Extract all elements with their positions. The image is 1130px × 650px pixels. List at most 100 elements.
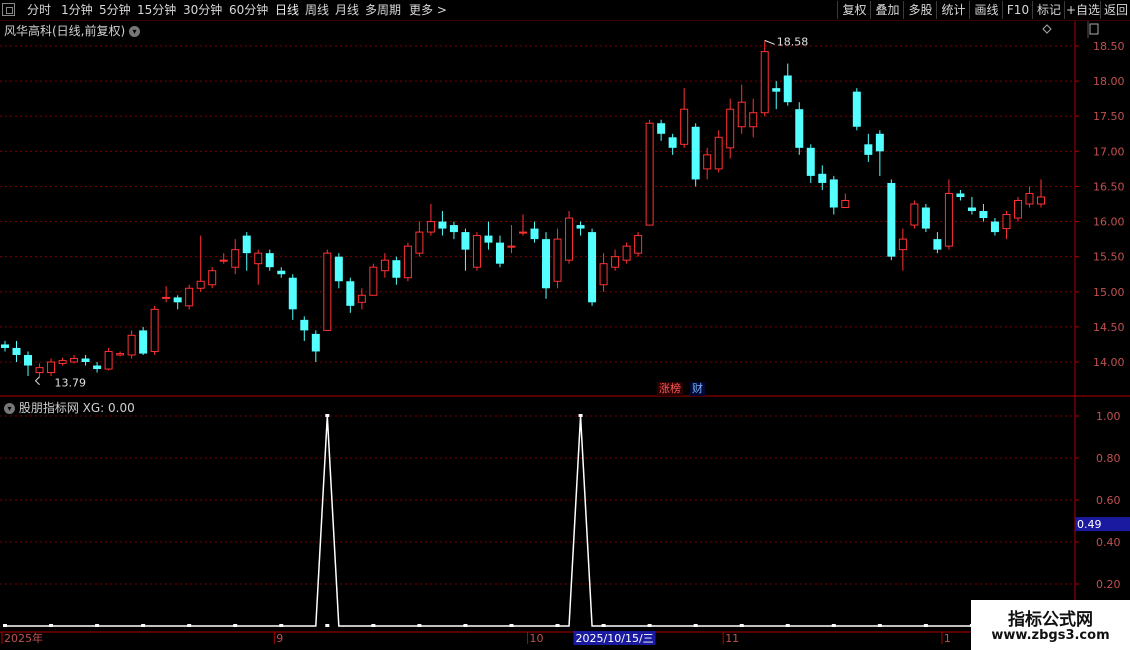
candle-body-down <box>806 147 815 176</box>
xg-point <box>417 624 422 627</box>
candle-body-down <box>277 270 286 275</box>
candle-body-down <box>93 365 102 370</box>
candle-body-up <box>70 357 79 363</box>
candle-body-down <box>24 354 33 366</box>
rank-tag[interactable]: 涨榜 <box>657 382 683 396</box>
time-axis-label: 2025年 <box>4 631 43 645</box>
candle-body-down <box>139 330 148 354</box>
candle-body-up <box>208 270 217 286</box>
candle-body-up <box>910 203 919 226</box>
candle-body-up <box>1025 192 1034 205</box>
candle-body-down <box>979 211 988 219</box>
candle-body-down <box>967 207 976 212</box>
candle-body-down <box>242 235 251 254</box>
xg-point <box>601 624 606 627</box>
xg-point <box>647 624 652 627</box>
high-price-label: 18.58 <box>777 35 809 48</box>
candle-body-down <box>311 333 320 352</box>
time-axis-label: 9 <box>276 632 283 645</box>
candle-body-up <box>47 361 56 374</box>
candle-body-down <box>772 88 781 92</box>
indicator-tick-label: 1.00 <box>1096 410 1121 423</box>
candle-body-down <box>887 182 896 257</box>
candle-body-down <box>818 173 827 183</box>
candle-body-down <box>81 358 90 362</box>
indicator-tick-label: 0.40 <box>1096 536 1121 549</box>
candle-body-up <box>737 101 746 128</box>
candle-body-up <box>403 245 412 279</box>
candle-body-up <box>1002 214 1011 230</box>
candle-body-up <box>645 122 654 226</box>
candle-body-up <box>565 217 574 261</box>
candle-body-up <box>472 235 481 268</box>
candle-body-down <box>990 221 999 233</box>
high-marker <box>764 39 775 45</box>
candle-body-down <box>588 232 597 303</box>
candle-body-down <box>864 144 873 155</box>
xg-point <box>923 624 928 627</box>
candle-body-up <box>634 235 643 254</box>
candle-body-up <box>519 231 527 234</box>
candle-body-down <box>461 232 470 250</box>
time-axis-label: 10 <box>530 632 544 645</box>
xg-point <box>3 624 7 627</box>
candle-body-down <box>852 91 861 127</box>
candle-body-up <box>703 154 712 170</box>
low-marker <box>34 376 40 386</box>
candle-body-down <box>484 235 493 243</box>
candle-body-down <box>173 297 182 303</box>
candle-body-up <box>944 192 953 247</box>
candle-body-up <box>231 249 240 268</box>
candle-body-up <box>898 238 907 251</box>
xg-point <box>141 624 146 627</box>
price-tick-label: 14.50 <box>1093 321 1125 334</box>
candle-body-up <box>369 266 378 296</box>
xg-point <box>693 624 698 627</box>
candle-body-up <box>841 199 850 209</box>
xg-point <box>739 624 744 627</box>
candle-body-up <box>1013 199 1022 219</box>
xg-point <box>831 624 836 627</box>
candle-body-up <box>599 263 608 286</box>
price-tick-label: 16.00 <box>1093 216 1125 229</box>
price-tick-label: 18.00 <box>1093 75 1125 88</box>
date-cursor-label: 2025/10/15/三 <box>576 632 654 645</box>
candle-body-up <box>254 252 263 265</box>
candle-body-up <box>150 308 159 352</box>
candle-body-up <box>611 256 620 268</box>
candle-body-up <box>380 259 389 272</box>
watermark: 指标公式网 www.zbgs3.com <box>971 600 1130 650</box>
candle-body-down <box>829 179 838 208</box>
candle-body-down <box>691 126 700 180</box>
candle-body-down <box>265 253 274 268</box>
candle-body-down <box>288 277 297 310</box>
candle-body-up <box>415 231 424 254</box>
xg-signal-point <box>578 414 583 417</box>
candle-body-up <box>58 360 67 364</box>
candle-body-down <box>12 347 21 355</box>
candle-body-down <box>495 242 504 264</box>
candle-body-down <box>449 225 458 233</box>
xg-point <box>785 624 790 627</box>
watermark-title: 指标公式网 <box>1008 610 1093 630</box>
price-tick-label: 14.00 <box>1093 356 1125 369</box>
candle-body-down <box>1 344 9 348</box>
candle-body-down <box>933 239 942 250</box>
kline-chart[interactable]: 14.00 14.50 15.00 15.50 16.00 16.50 17.00 17.50… <box>0 0 1130 650</box>
candle-body-up <box>726 108 735 149</box>
candle-body-down <box>657 123 666 134</box>
candle-body-down <box>875 133 884 152</box>
candle-body-down <box>668 137 677 148</box>
candle-body-down <box>795 109 804 148</box>
candle-body-up <box>196 280 205 289</box>
indicator-tick-label: 0.20 <box>1096 578 1121 591</box>
indicator-tick-label: 0.60 <box>1096 494 1121 507</box>
candle-body-up <box>553 238 562 282</box>
candle-body-up <box>622 245 631 261</box>
watermark-url: www.zbgs3.com <box>991 628 1110 643</box>
finance-tag[interactable]: 财 <box>690 382 705 396</box>
candle-body-up <box>219 259 228 262</box>
indicator-tick-label: 0.80 <box>1096 452 1121 465</box>
candle-body-up <box>185 287 194 307</box>
candle-body-up <box>507 245 516 248</box>
